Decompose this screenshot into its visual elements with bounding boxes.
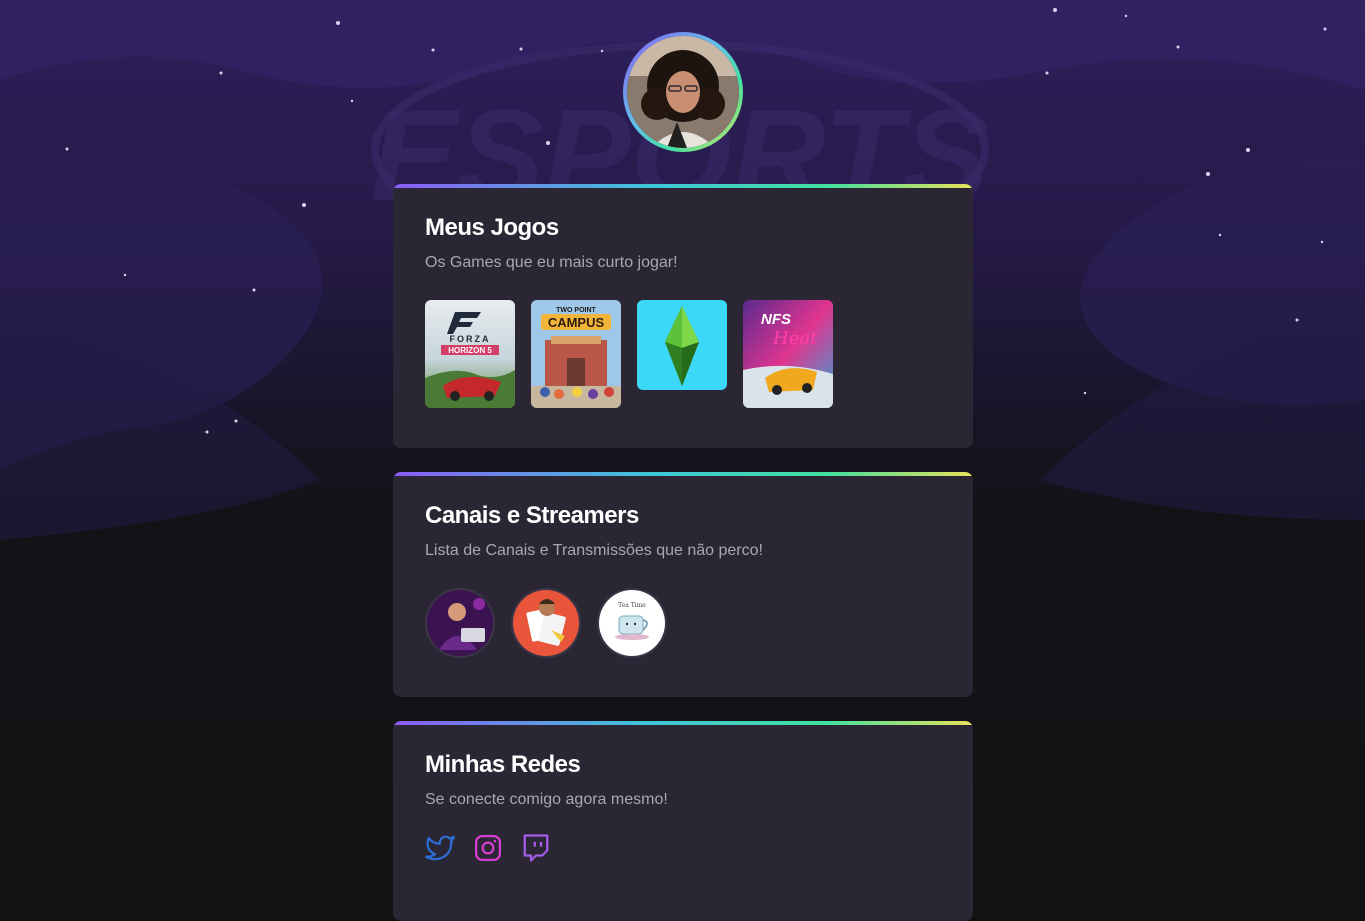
games-card-title: Meus Jogos	[425, 214, 559, 241]
channel-avatar-1[interactable]	[425, 588, 495, 658]
channel-3-label: Tea Time	[618, 602, 646, 609]
tpc-logo-top: TWO POINT	[556, 307, 596, 314]
game-the-sims[interactable]	[637, 300, 727, 390]
socials-list	[425, 833, 551, 863]
games-card-subtitle: Os Games que eu mais curto jogar!	[425, 254, 678, 271]
nfs-logo-top: NFS	[761, 311, 791, 328]
channels-card: Canais e Streamers Lista de Canais e Tra…	[393, 472, 973, 697]
forza-cover: FORZA HORIZON 5	[425, 300, 515, 408]
channel-2-image	[513, 590, 579, 656]
instagram-link[interactable]	[473, 833, 503, 863]
games-card: Meus Jogos Os Games que eu mais curto jo…	[393, 184, 973, 448]
profile-avatar-ring	[623, 32, 743, 152]
channel-avatar-2[interactable]	[511, 588, 581, 658]
twitter-icon	[425, 835, 455, 861]
socials-card: Minhas Redes Se conecte comigo agora mes…	[393, 721, 973, 921]
tpc-logo-bottom: CAMPUS	[548, 315, 605, 330]
two-point-campus-cover: TWO POINT CAMPUS	[531, 300, 621, 408]
socials-card-title: Minhas Redes	[425, 751, 581, 778]
instagram-icon	[475, 835, 501, 861]
socials-card-subtitle: Se conecte comigo agora mesmo!	[425, 791, 668, 808]
forza-logo-top: FORZA	[450, 334, 491, 344]
twitch-link[interactable]	[521, 833, 551, 863]
nfs-logo-bottom: Heat	[772, 328, 818, 349]
games-list: FORZA HORIZON 5 TWO POINT CAMPUS NFS Hea…	[425, 300, 833, 408]
twitch-icon	[523, 834, 549, 862]
channel-1-image	[427, 590, 493, 656]
game-two-point-campus[interactable]: TWO POINT CAMPUS	[531, 300, 621, 408]
twitter-link[interactable]	[425, 833, 455, 863]
profile-photo	[627, 36, 739, 148]
forza-logo-bottom: HORIZON 5	[448, 346, 492, 355]
game-need-for-speed-heat[interactable]: NFS Heat	[743, 300, 833, 408]
channel-avatar-3[interactable]: Tea Time	[597, 588, 667, 658]
channels-card-subtitle: Lista de Canais e Transmissões que não p…	[425, 542, 763, 559]
channel-3-image: Tea Time	[599, 590, 665, 656]
sims-plumbob-icon	[665, 306, 699, 386]
channels-list: Tea Time	[425, 588, 667, 658]
profile-avatar	[627, 36, 739, 148]
nfs-heat-cover: NFS Heat	[743, 300, 833, 408]
game-forza-horizon-5[interactable]: FORZA HORIZON 5	[425, 300, 515, 408]
channels-card-title: Canais e Streamers	[425, 502, 639, 529]
